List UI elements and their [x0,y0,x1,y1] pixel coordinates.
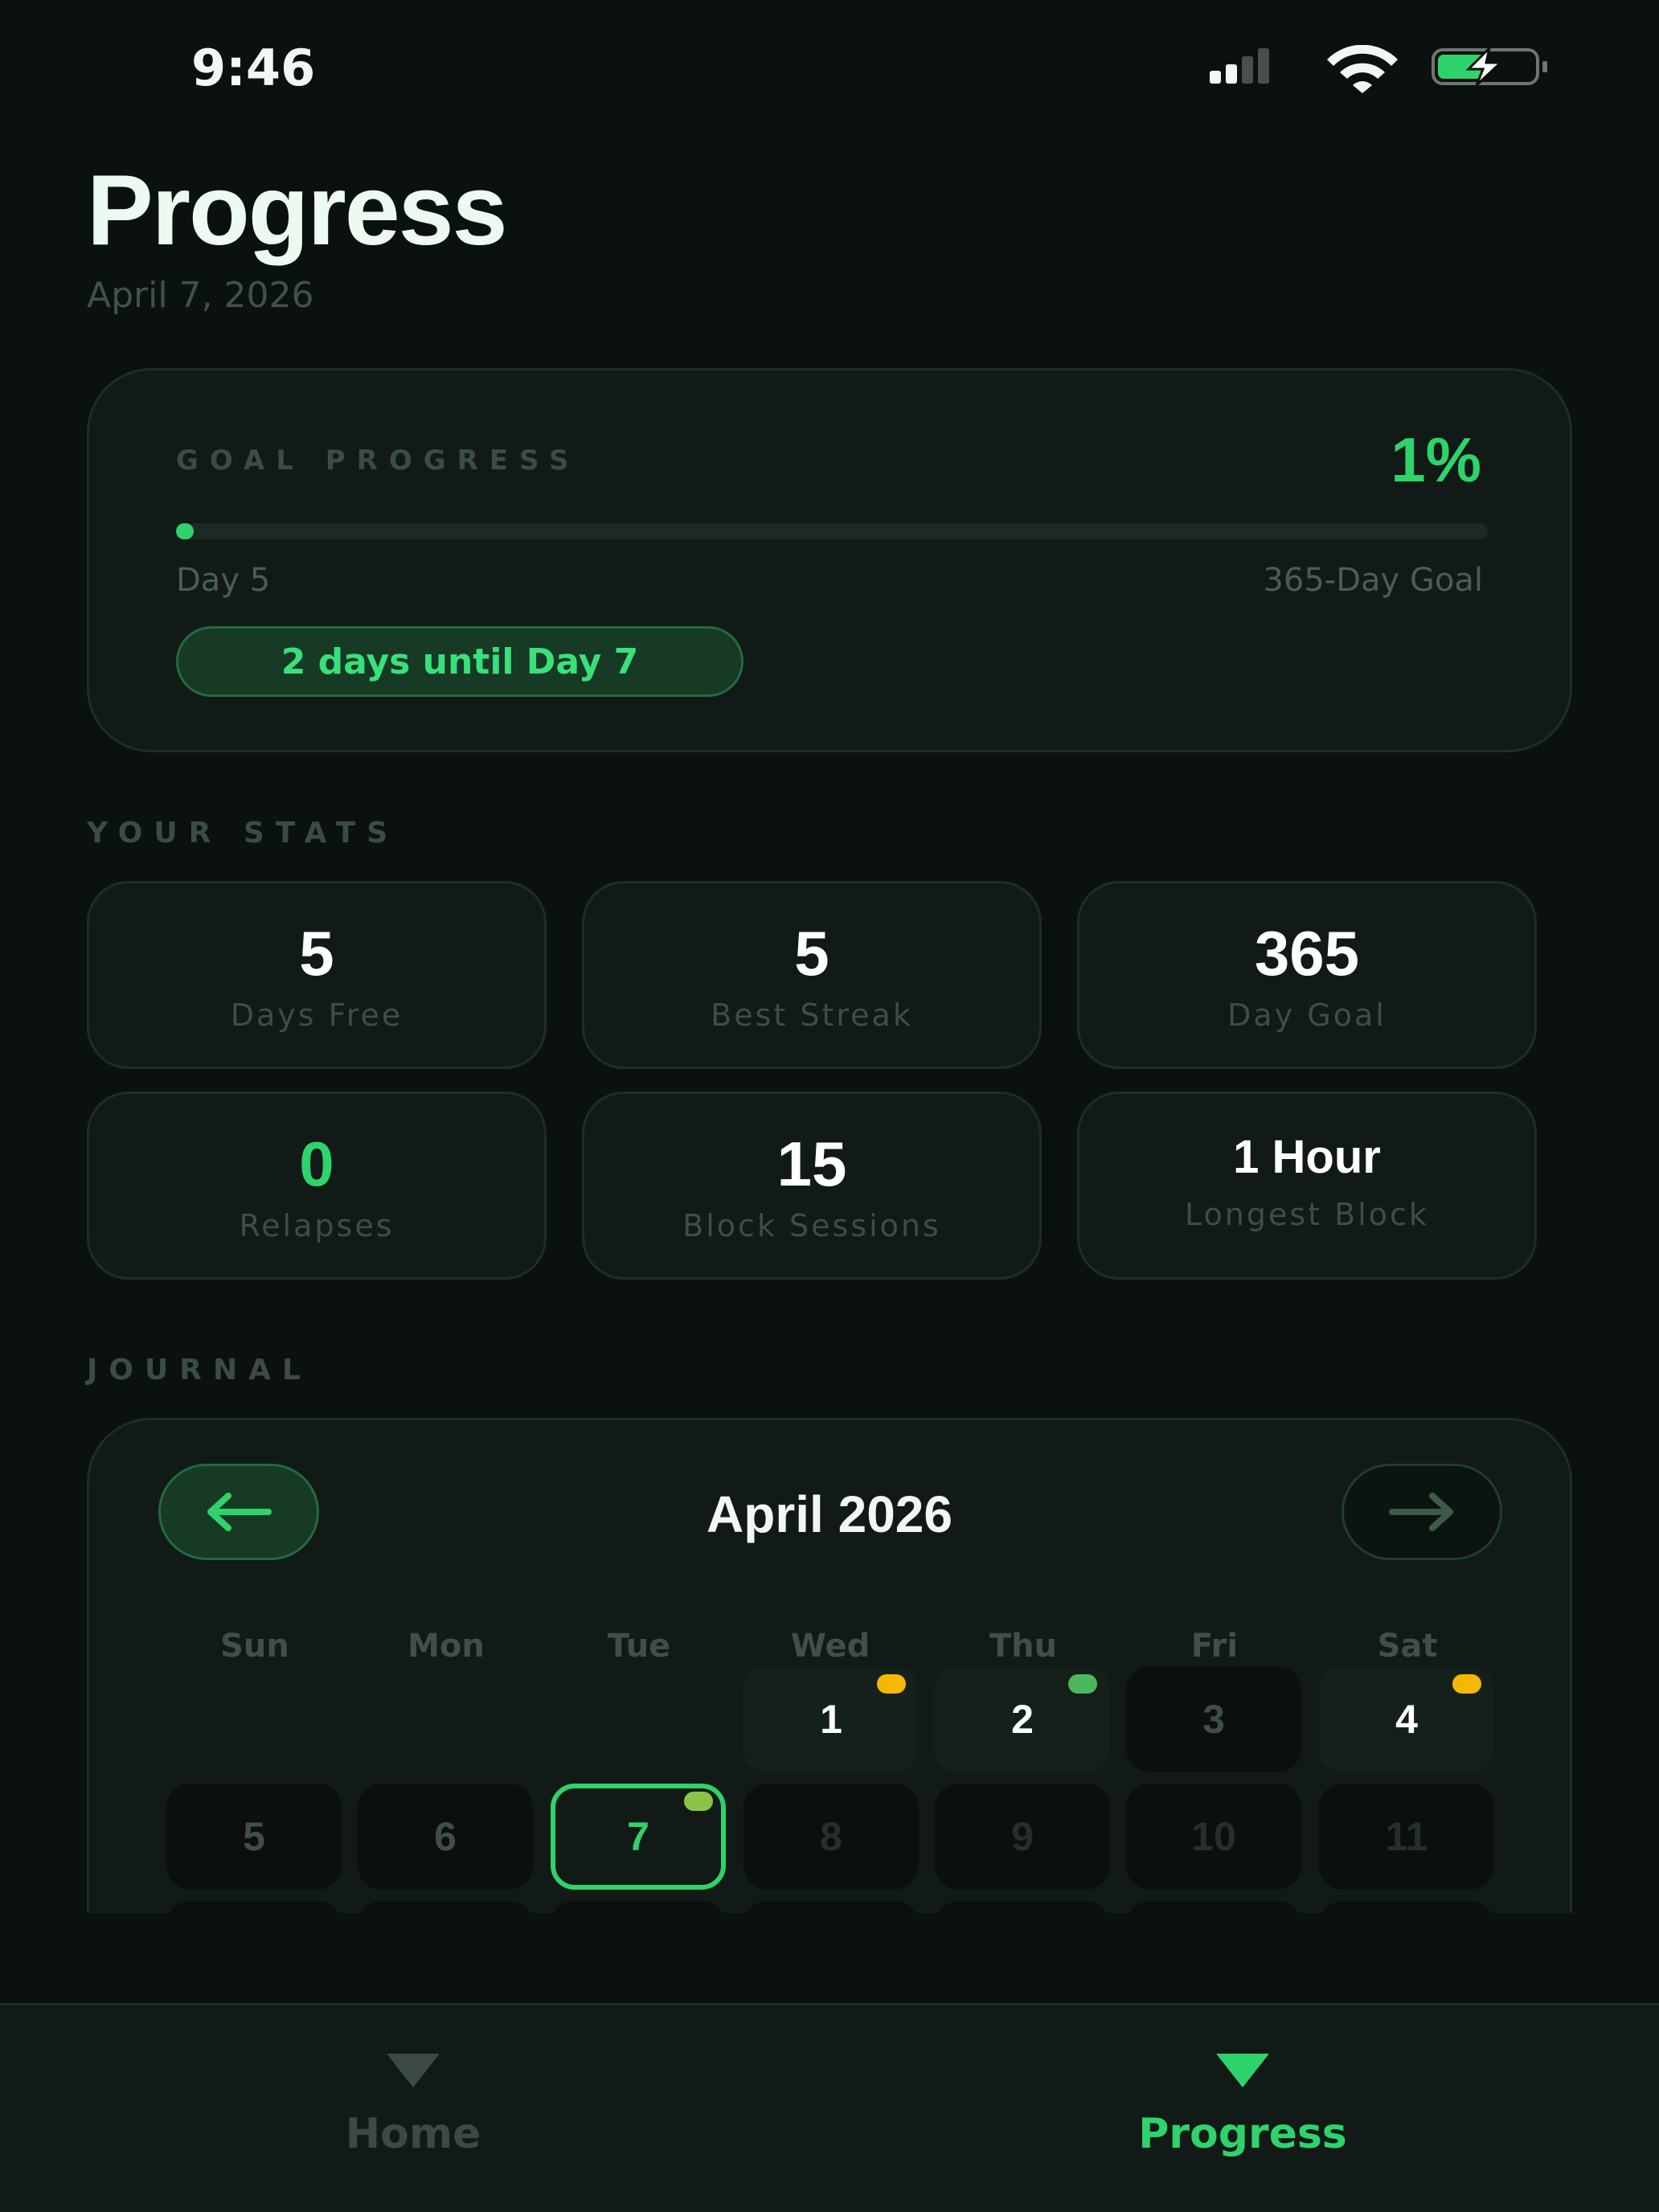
weekday-mon: Mon [408,1628,485,1665]
calendar-day[interactable] [166,1901,342,1913]
weekday-fri: Fri [1190,1628,1239,1665]
weekday-sun: Sun [220,1628,289,1665]
calendar-day[interactable]: 6 [358,1784,533,1890]
calendar-day[interactable]: 11 [1319,1784,1494,1890]
calendar-day[interactable]: 9 [935,1784,1110,1890]
tab-progress-label: Progress [1138,2110,1347,2158]
weekday-thu: Thu [989,1628,1058,1665]
calendar-day-number: 10 [1191,1814,1236,1859]
progress-triangle-icon [1216,2054,1269,2087]
weekday-sat: Sat [1377,1628,1438,1665]
weekday-wed: Wed [790,1628,870,1665]
journal-entry-dot [684,1792,713,1811]
calendar-day[interactable] [1319,1901,1494,1913]
scroll-viewport: April 2026 Sun Mon Tue Wed Thu Fri Sat 1… [0,0,1659,1913]
journal-entry-dot [877,1674,906,1694]
calendar-day-number: 7 [627,1814,649,1859]
calendar-day[interactable] [1126,1901,1301,1913]
calendar-day-number: 1 [820,1697,842,1742]
calendar-day-number: 11 [1385,1814,1428,1859]
calendar-day[interactable] [358,1901,533,1913]
calendar-day-number: 2 [1011,1697,1034,1742]
calendar-day[interactable]: 5 [166,1784,342,1890]
arrow-right-icon [1389,1493,1453,1531]
calendar-day-number: 6 [434,1814,457,1859]
tab-progress[interactable]: Progress [1042,2054,1444,2166]
calendar-day[interactable] [743,1901,919,1913]
home-triangle-icon [387,2054,440,2087]
calendar-day-number: 8 [820,1814,842,1859]
calendar-day[interactable] [935,1901,1110,1913]
calendar-day[interactable]: 4 [1319,1666,1494,1772]
calendar-day-number: 5 [243,1814,265,1859]
calendar-day[interactable]: 2 [935,1666,1110,1772]
calendar-day-today[interactable]: 7 [551,1784,726,1890]
calendar-day[interactable]: 10 [1126,1784,1301,1890]
tab-home[interactable]: Home [212,2054,614,2166]
calendar-day[interactable] [551,1901,726,1913]
calendar-day-number: 9 [1011,1814,1034,1859]
journal-calendar: April 2026 Sun Mon Tue Wed Thu Fri Sat 1… [87,1418,1572,1913]
next-month-button[interactable] [1342,1464,1502,1560]
calendar-day-number: 4 [1395,1697,1418,1742]
calendar-day[interactable]: 3 [1126,1666,1301,1772]
bottom-tab-bar: Home Progress [0,2003,1659,2212]
journal-entry-dot [1068,1674,1097,1694]
calendar-day-number: 3 [1202,1697,1225,1742]
weekday-tue: Tue [607,1628,671,1665]
tab-home-label: Home [345,2110,481,2158]
journal-entry-dot [1452,1674,1481,1694]
calendar-day[interactable]: 8 [743,1784,919,1890]
calendar-day[interactable]: 1 [743,1666,919,1772]
